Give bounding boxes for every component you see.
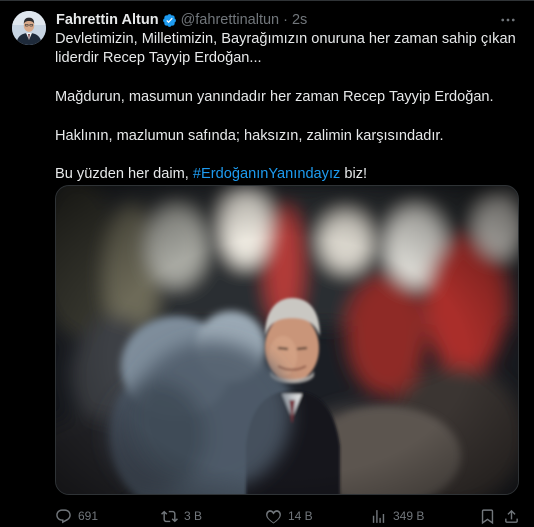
avatar[interactable] xyxy=(12,11,46,45)
tweet-paragraph: Haklının, mazlumun safında; haksızın, za… xyxy=(55,127,444,144)
tweet-card[interactable]: Fahrettin Altun @fahrettinaltun · 2s Dev… xyxy=(0,0,534,527)
like-button[interactable]: 14 B xyxy=(265,507,313,525)
tweet-text: Devletimizin, Milletimizin, Bayrağımızın… xyxy=(55,30,525,185)
tweet-timestamp[interactable]: 2s xyxy=(292,12,307,28)
views-count: 349 B xyxy=(393,509,425,523)
views-button[interactable]: 349 B xyxy=(370,507,424,525)
views-icon xyxy=(372,509,385,523)
tweet-paragraph: Bu yüzden her daim, #ErdoğanınYanındayız… xyxy=(55,165,525,184)
tweet-text-segment: biz! xyxy=(340,166,368,183)
tweet-paragraph: Mağdurun, masumun yanındadır her zaman R… xyxy=(55,88,494,105)
tweet-line: liderdir Recep Tayyip Erdoğan... xyxy=(55,50,262,67)
bookmark-icon xyxy=(481,508,494,524)
hashtag-link[interactable]: #ErdoğanınYanındayız xyxy=(193,166,340,182)
share-icon xyxy=(505,509,518,523)
author-handle[interactable]: @fahrettinaltun xyxy=(181,12,280,28)
tweet-photo[interactable] xyxy=(55,185,519,495)
share-button[interactable] xyxy=(503,507,526,525)
retweet-button[interactable]: 3 B xyxy=(161,507,202,525)
retweet-icon xyxy=(161,510,178,522)
separator-dot: · xyxy=(283,12,288,28)
action-bar: 691 3 B 14 B 349 B xyxy=(55,507,519,525)
verified-badge-icon xyxy=(162,13,177,28)
bookmark-button[interactable] xyxy=(479,507,502,525)
reply-count: 691 xyxy=(78,509,99,523)
more-icon[interactable] xyxy=(496,10,520,30)
like-icon xyxy=(266,509,281,524)
retweet-count: 3 B xyxy=(184,509,203,523)
display-name[interactable]: Fahrettin Altun xyxy=(56,12,159,28)
tweet-text-segment: Bu yüzden her daim, xyxy=(55,166,193,183)
like-count: 14 B xyxy=(288,509,313,523)
reply-icon xyxy=(56,508,71,523)
tweet-line: Devletimizin, Milletimizin, Bayrağımızın… xyxy=(55,31,516,47)
reply-button[interactable]: 691 xyxy=(55,507,98,525)
tweet-header: Fahrettin Altun @fahrettinaltun · 2s xyxy=(56,10,520,30)
